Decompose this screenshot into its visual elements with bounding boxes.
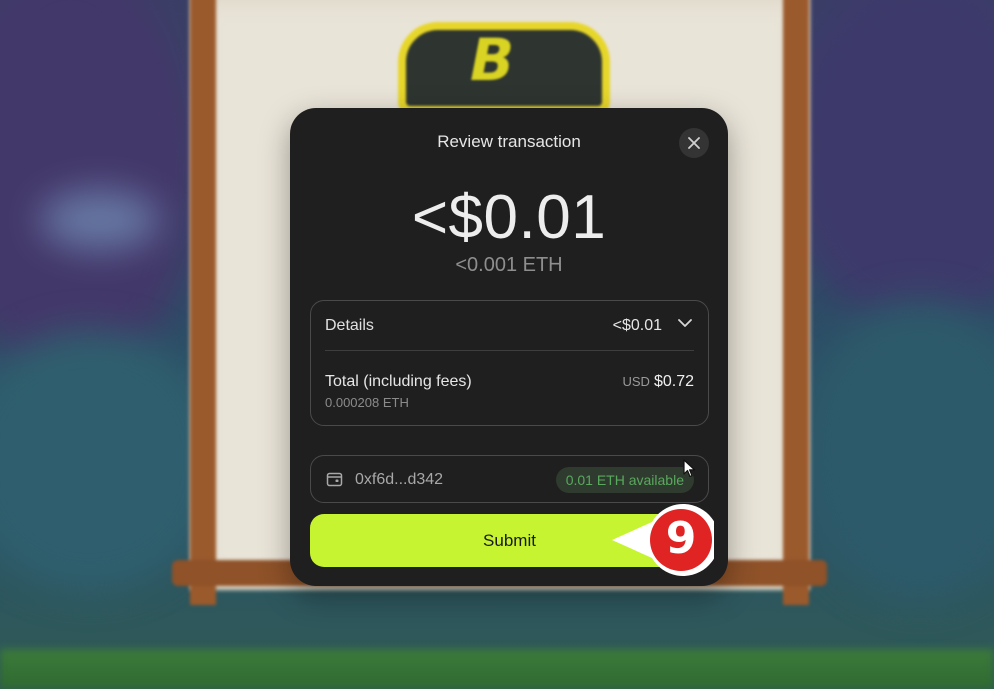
grass-strip xyxy=(0,649,994,689)
details-label: Details xyxy=(325,317,374,334)
step-number: 9 xyxy=(665,513,697,564)
details-toggle[interactable]: Details <$0.01 xyxy=(325,301,694,351)
total-usd-value: $0.72 xyxy=(653,373,694,390)
close-icon xyxy=(688,137,700,149)
amount-fiat: <$0.01 xyxy=(411,183,607,252)
wallet-icon xyxy=(326,472,343,487)
step-annotation-callout: 9 xyxy=(612,498,714,582)
game-logo-letter: B xyxy=(470,26,515,94)
modal-title: Review transaction xyxy=(437,132,581,151)
details-value: <$0.01 xyxy=(612,317,662,334)
snow-patch xyxy=(40,190,160,250)
mouse-cursor-icon xyxy=(683,459,696,478)
balance-badge: 0.01 ETH available xyxy=(555,467,694,493)
wallet-selector[interactable]: 0xf6d...d342 0.01 ETH available xyxy=(310,455,709,503)
details-card: Details <$0.01 Total (including fees) 0.… xyxy=(310,300,709,426)
total-amount: USD $0.72 xyxy=(623,373,695,391)
wallet-address: 0xf6d...d342 xyxy=(355,471,444,488)
chevron-down-icon xyxy=(678,319,692,327)
left-wooden-pole xyxy=(190,0,216,605)
close-button[interactable] xyxy=(679,128,709,158)
total-eth: 0.000208 ETH xyxy=(325,395,409,410)
total-label: Total (including fees) xyxy=(325,373,472,390)
right-wooden-pole xyxy=(783,0,809,605)
total-currency: USD xyxy=(622,374,650,389)
amount-crypto: <0.001 ETH xyxy=(455,254,563,276)
